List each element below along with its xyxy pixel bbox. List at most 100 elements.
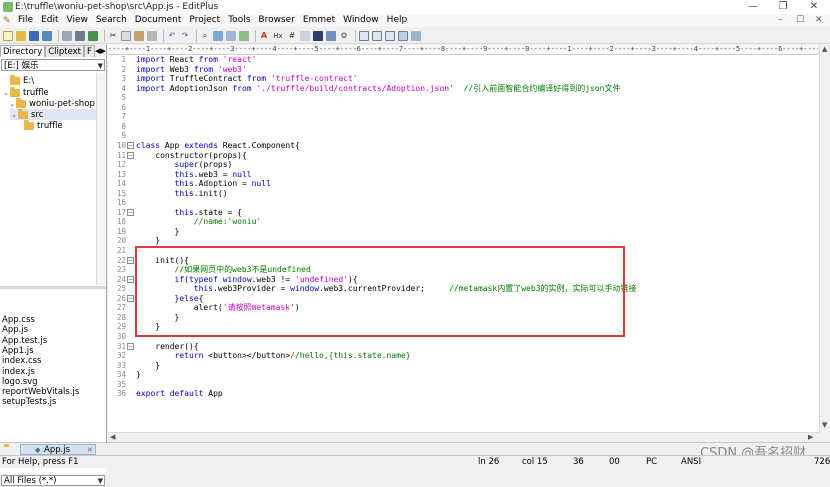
code-line[interactable]: }	[136, 361, 160, 371]
save-all-icon[interactable]	[42, 30, 52, 41]
code-line[interactable]: this.web3 = null	[136, 170, 252, 180]
cascade-icon[interactable]	[385, 30, 395, 41]
file-item[interactable]: index.js	[2, 367, 35, 377]
code-line[interactable]: class App extends React.Component{	[136, 141, 300, 151]
menu-window[interactable]: Window	[339, 14, 383, 27]
tree-chevron-icon[interactable]: ⌄	[10, 111, 18, 119]
code-line[interactable]: this.state = {	[136, 208, 242, 218]
line-numbers-icon[interactable]	[326, 30, 336, 41]
close-window-button[interactable]: ✕	[799, 0, 829, 14]
menu-project[interactable]: Project	[185, 14, 224, 27]
file-item[interactable]: App.js	[2, 325, 28, 335]
code-line[interactable]: super(props)	[136, 160, 233, 170]
spell-check-icon[interactable]	[88, 30, 98, 41]
code-line[interactable]: }	[136, 370, 141, 380]
tile-icon[interactable]	[372, 30, 382, 41]
undo-icon[interactable]: ↶	[167, 31, 177, 41]
doc-restore-button[interactable]: ☐	[796, 14, 804, 27]
file-item[interactable]: App.css	[2, 315, 35, 325]
word-wrap-icon[interactable]	[300, 30, 310, 41]
code-editor[interactable]: 1 import React from 'react' 2 import Web3 f…	[108, 55, 819, 432]
tab-directory[interactable]: Directory	[0, 45, 46, 57]
code-line[interactable]: }	[136, 227, 180, 237]
code-line[interactable]: this.init()	[136, 189, 228, 199]
code-line[interactable]: return <button></button>//hello,{this.st…	[136, 351, 411, 361]
fold-toggle-icon[interactable]: −	[127, 295, 134, 303]
screen-icon[interactable]	[398, 30, 408, 41]
code-line[interactable]: import React from 'react'	[136, 55, 256, 65]
file-item[interactable]: logo.svg	[2, 377, 38, 387]
hex-icon[interactable]: Hx	[272, 31, 284, 41]
menu-browser[interactable]: Browser	[254, 14, 298, 27]
ruler-icon[interactable]	[313, 30, 323, 41]
panel-splitter[interactable]	[0, 286, 106, 289]
copy-icon[interactable]	[121, 30, 131, 41]
cut-icon[interactable]: ✂	[108, 31, 118, 41]
minimize-button[interactable]: —	[738, 0, 768, 14]
file-item[interactable]: reportWebVitals.js	[2, 387, 79, 397]
menu-search[interactable]: Search	[92, 14, 131, 27]
file-item[interactable]: App1.js	[2, 346, 34, 356]
menu-tools[interactable]: Tools	[224, 14, 254, 27]
tree-chevron-icon[interactable]: ⌄	[2, 89, 10, 97]
file-filter-select[interactable]: All Files (*.*) ▼	[1, 475, 105, 486]
code-line[interactable]: render(){	[136, 342, 198, 352]
tab-functions[interactable]: F	[84, 45, 95, 57]
vertical-scrollbar[interactable]: ▲ ▼	[819, 45, 830, 432]
menu-emmet[interactable]: Emmet	[299, 14, 339, 27]
fold-toggle-icon[interactable]: −	[127, 142, 134, 150]
fold-toggle-icon[interactable]: −	[127, 152, 134, 159]
tab-cliptext[interactable]: Cliptext	[45, 45, 85, 57]
close-tab-icon[interactable]: ✕	[87, 445, 93, 455]
paste-icon[interactable]	[134, 30, 144, 41]
tree-item-src[interactable]: ⌄ src	[10, 108, 96, 120]
open-file-icon[interactable]	[16, 30, 26, 41]
scroll-down-icon[interactable]: ▼	[822, 421, 827, 429]
scroll-up-icon[interactable]: ▲	[822, 45, 827, 53]
code-line[interactable]: export default App	[136, 389, 223, 399]
code-line[interactable]: this.Adoption = null	[136, 179, 271, 189]
scroll-right-icon[interactable]: ▶	[808, 433, 813, 441]
window-icon[interactable]	[359, 30, 369, 41]
doc-minimize-button[interactable]: –	[778, 14, 783, 27]
tree-scrollbar[interactable]	[96, 73, 106, 285]
fullscreen-icon[interactable]	[411, 30, 421, 41]
print-preview-icon[interactable]	[62, 30, 72, 41]
font-icon[interactable]: A	[259, 31, 269, 41]
fold-toggle-icon[interactable]: −	[127, 209, 134, 217]
menu-help[interactable]: Help	[383, 14, 412, 27]
menu-document[interactable]: Document	[131, 14, 186, 27]
menu-view[interactable]: View	[63, 14, 92, 27]
tab-scroll-right-icon[interactable]: ▶	[100, 45, 106, 57]
chevron-down-icon[interactable]: ▼	[98, 60, 103, 72]
new-file-icon[interactable]	[3, 30, 13, 41]
doc-close-button[interactable]: ✕	[815, 14, 823, 27]
redo-icon[interactable]: ↷	[180, 31, 190, 41]
fold-toggle-icon[interactable]: −	[127, 276, 134, 284]
replace-icon[interactable]	[226, 30, 236, 41]
find-icon[interactable]: ⌕	[200, 31, 210, 41]
scroll-left-icon[interactable]: ◀	[110, 433, 115, 441]
chevron-down-icon[interactable]: ▼	[98, 476, 103, 487]
fold-toggle-icon[interactable]: −	[127, 257, 134, 265]
tree-item-truffle-sub[interactable]: truffle	[16, 119, 63, 131]
tab-app-js[interactable]: ◆ App.js ✕	[20, 444, 96, 455]
drive-select[interactable]: [E:] 娱乐 ▼	[1, 59, 105, 71]
clipboard-icon[interactable]	[147, 30, 157, 41]
tree-item-root[interactable]: E:\	[2, 74, 34, 86]
menu-edit[interactable]: Edit	[37, 14, 62, 27]
menu-file[interactable]: File	[14, 14, 37, 27]
print-icon[interactable]	[75, 30, 85, 41]
go-to-icon[interactable]	[239, 30, 249, 41]
maximize-button[interactable]: ❐	[768, 0, 798, 14]
code-line[interactable]: }	[136, 236, 160, 246]
file-item[interactable]: index.css	[2, 356, 42, 366]
find-next-icon[interactable]	[213, 30, 223, 41]
tree-chevron-icon[interactable]: ⌄	[8, 100, 16, 108]
file-item[interactable]: setupTests.js	[2, 397, 56, 407]
file-item[interactable]: App.test.js	[2, 336, 47, 346]
code-line[interactable]: constructor(props){	[136, 151, 247, 161]
tree-item-woniu-pet-shop[interactable]: ⌄ woniu-pet-shop	[8, 97, 95, 109]
code-line[interactable]: import Web3 from 'web3'	[136, 65, 247, 75]
tree-item-truffle[interactable]: ⌄ truffle	[2, 86, 49, 98]
